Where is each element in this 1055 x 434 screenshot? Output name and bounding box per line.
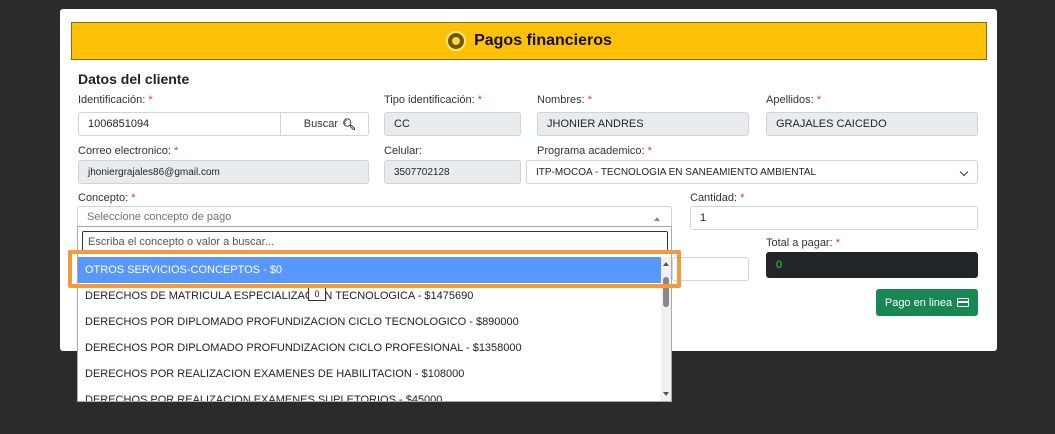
programa-select[interactable]: ITP-MOCOA - TECNOLOGIA EN SANEAMIENTO AM… [526, 160, 978, 184]
celular-label: Celular: [384, 145, 422, 157]
chevron-down-icon [959, 167, 969, 177]
celular-field: 3507702128 [384, 160, 521, 184]
header-bar: Pagos financieros [71, 22, 987, 60]
dropdown-option[interactable]: OTROS SERVICIOS-CONCEPTOS - $0 [78, 257, 662, 283]
nombres-field: JHONIER ANDRES [537, 112, 749, 136]
scrollbar-thumb[interactable] [663, 277, 669, 307]
apellidos-field: GRAJALES CAICEDO [766, 112, 978, 136]
pago-en-linea-button[interactable]: Pago en linea [876, 289, 978, 316]
dropdown-option[interactable]: DERECHOS POR DIPLOMADO PROFUNDIZACION CI… [78, 309, 662, 335]
credit-card-icon [957, 298, 970, 307]
search-icon: 🔍︎ [342, 118, 356, 131]
dropdown-option[interactable]: DERECHOS POR REALIZACION EXAMENES DE HAB… [78, 361, 662, 387]
concepto-select[interactable]: Seleccione concepto de pago [77, 206, 672, 227]
dropdown-option[interactable]: DERECHOS DE MATRICULA ESPECIALIZACION TE… [78, 283, 662, 309]
buscar-button[interactable]: Buscar 🔍︎ [280, 112, 369, 136]
tipo-identificacion-field: CC [384, 112, 521, 136]
concepto-label: Concepto: * [78, 192, 136, 204]
nombres-label: Nombres: * [537, 94, 593, 106]
correo-label: Correo electronico: * [78, 145, 179, 157]
valor-input[interactable] [672, 257, 749, 281]
caret-up-icon [654, 217, 660, 221]
cantidad-input[interactable]: 1 [690, 206, 978, 230]
total-field: 0 [766, 252, 978, 278]
identificacion-input[interactable]: 1006851094 [78, 112, 281, 136]
scroll-down-icon[interactable] [663, 392, 669, 396]
dropdown-scrollbar[interactable] [661, 257, 671, 401]
dropdown-option[interactable]: DERECHOS POR DIPLOMADO PROFUNDIZACION CI… [78, 335, 662, 361]
cantidad-label: Cantidad: * [690, 192, 745, 204]
tipo-identificacion-label: Tipo identificación: * [384, 94, 483, 106]
programa-label: Programa academico: * [537, 145, 652, 157]
dropdown-search-input[interactable]: Escriba el concepto o valor a buscar... [82, 231, 668, 253]
tooltip: 0 [308, 286, 326, 301]
logo-icon [446, 31, 467, 51]
section-title: Datos del cliente [78, 71, 190, 87]
total-label: Total a pagar: * [766, 237, 840, 249]
dropdown-list: OTROS SERVICIOS-CONCEPTOS - $0 DERECHOS … [78, 257, 662, 401]
scroll-up-icon[interactable] [663, 262, 669, 266]
page-title: Pagos financieros [474, 32, 612, 49]
concepto-dropdown: Escriba el concepto o valor a buscar... … [77, 226, 672, 402]
identificacion-label: Identificación: * [78, 94, 153, 106]
dropdown-option[interactable]: DERECHOS POR REALIZACION EXAMENES SUPLET… [78, 387, 662, 401]
apellidos-label: Apellidos: * [766, 94, 822, 106]
correo-field: jhoniergrajales86@gmail.com [78, 160, 369, 184]
